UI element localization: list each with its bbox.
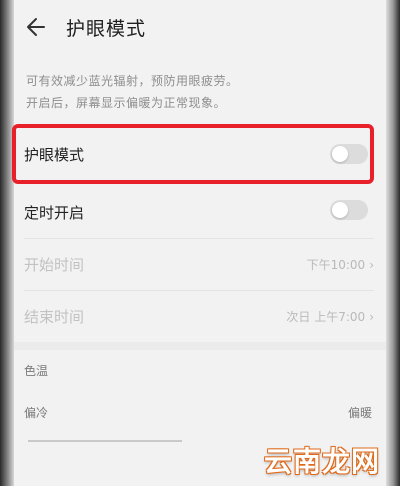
color-temperature-label: 色温 <box>24 364 49 378</box>
section-divider <box>14 342 386 350</box>
back-arrow-icon[interactable] <box>24 14 50 40</box>
start-time-value-text: 下午10:00 <box>306 258 366 272</box>
end-time-label: 结束时间 <box>24 308 85 326</box>
toggle-knob <box>332 202 348 218</box>
start-time-row[interactable]: 开始时间 下午10:00 › <box>14 240 386 288</box>
page-title: 护眼模式 <box>66 18 147 40</box>
description-line-2: 开启后，屏幕显示偏暖为正常现象。 <box>26 96 227 110</box>
end-time-value-text: 次日 上午7:00 <box>286 310 366 324</box>
header: 护眼模式 <box>14 0 386 58</box>
scheduled-row[interactable]: 定时开启 <box>14 186 386 236</box>
toggle-knob <box>332 146 348 162</box>
divider <box>24 290 374 291</box>
eye-comfort-row[interactable]: 护眼模式 <box>14 126 386 182</box>
color-temperature-slider[interactable] <box>28 440 182 442</box>
start-time-label: 开始时间 <box>24 256 85 274</box>
start-time-value: 下午10:00 › <box>307 256 374 273</box>
cool-label: 偏冷 <box>24 406 49 420</box>
end-time-row[interactable]: 结束时间 次日 上午7:00 › <box>14 292 386 340</box>
eye-comfort-label: 护眼模式 <box>24 146 85 164</box>
eye-comfort-settings-screen: 护眼模式 可有效减少蓝光辐射，预防用眼疲劳。 开启后，屏幕显示偏暖为正常现象。 … <box>12 0 386 486</box>
chevron-right-icon: › <box>369 258 374 272</box>
warm-label: 偏暖 <box>347 406 372 420</box>
watermark: 云南龙网 <box>263 445 380 478</box>
eye-comfort-toggle[interactable] <box>330 144 368 164</box>
description-line-1: 可有效减少蓝光辐射，预防用眼疲劳。 <box>26 74 239 88</box>
divider <box>24 238 374 239</box>
end-time-value: 次日 上午7:00 › <box>286 308 374 325</box>
scheduled-label: 定时开启 <box>24 204 85 222</box>
scheduled-toggle[interactable] <box>330 200 368 220</box>
chevron-right-icon: › <box>369 310 374 324</box>
